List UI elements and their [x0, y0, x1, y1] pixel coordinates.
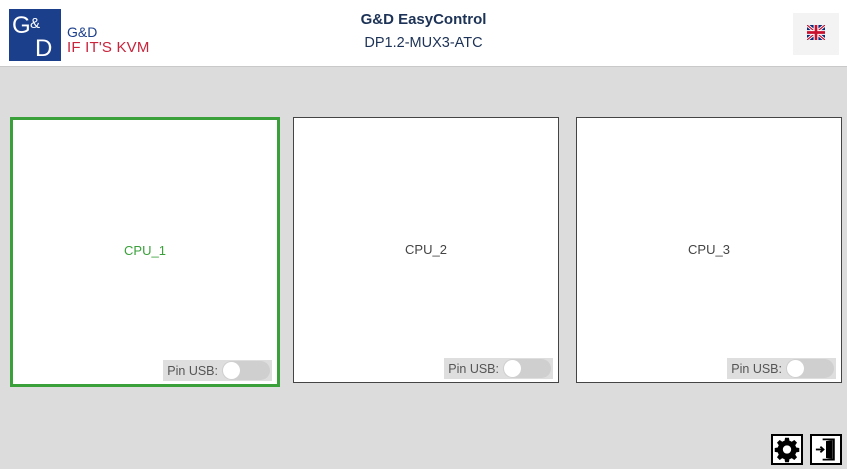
- title-block: G&D EasyControl DP1.2-MUX3-ATC: [0, 11, 847, 51]
- pin-usb-toggle[interactable]: [222, 361, 270, 380]
- channel-name: CPU_2: [405, 242, 447, 257]
- channel-card-cpu-1[interactable]: CPU_1 Pin USB:: [10, 117, 280, 387]
- language-button[interactable]: [793, 13, 839, 55]
- app-header: G & D G&D IF IT'S KVM G&D EasyControl DP…: [0, 0, 847, 67]
- uk-flag-icon: [806, 23, 826, 43]
- pin-usb-label: Pin USB:: [167, 363, 218, 378]
- pin-usb-label: Pin USB:: [731, 361, 782, 376]
- channel-card-cpu-2[interactable]: CPU_2 Pin USB:: [293, 117, 559, 383]
- toggle-knob: [223, 362, 240, 379]
- gear-icon: [773, 436, 801, 463]
- pin-usb-toggle[interactable]: [503, 359, 551, 378]
- channel-card-cpu-3[interactable]: CPU_3 Pin USB:: [576, 117, 842, 383]
- toggle-knob: [504, 360, 521, 377]
- pin-usb-control: Pin USB:: [444, 358, 553, 379]
- pin-usb-control: Pin USB:: [727, 358, 836, 379]
- channel-name: CPU_1: [124, 243, 166, 258]
- logout-button[interactable]: [810, 434, 842, 465]
- exit-door-icon: [812, 436, 840, 463]
- device-name: DP1.2-MUX3-ATC: [364, 35, 483, 51]
- channel-name: CPU_3: [688, 242, 730, 257]
- channel-area: CPU_1 Pin USB: CPU_2 Pin USB: CPU_3 Pin …: [0, 67, 847, 469]
- settings-button[interactable]: [771, 434, 803, 465]
- pin-usb-label: Pin USB:: [448, 361, 499, 376]
- pin-usb-control: Pin USB:: [163, 360, 272, 381]
- toggle-knob: [787, 360, 804, 377]
- pin-usb-toggle[interactable]: [786, 359, 834, 378]
- app-title: G&D EasyControl: [360, 11, 487, 28]
